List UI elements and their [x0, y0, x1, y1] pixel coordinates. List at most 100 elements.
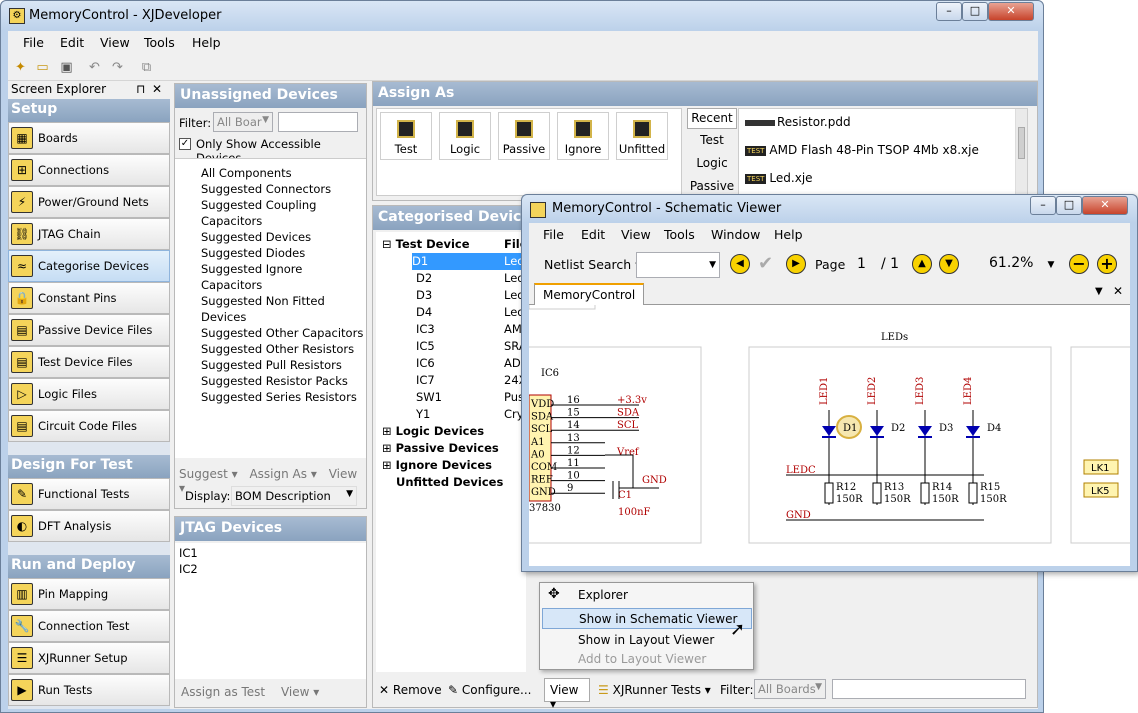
se-item-pin-mapping[interactable]: ▥ Pin Mapping: [8, 578, 170, 610]
window-layout-icon[interactable]: ⧉: [138, 59, 155, 76]
menu-view[interactable]: View: [100, 35, 130, 50]
bottom-filter-combo[interactable]: All Boards ▼: [754, 679, 826, 699]
assign-test-button[interactable]: Test: [380, 112, 432, 160]
section-design-for-test[interactable]: Design For Test: [8, 455, 170, 478]
menu-tools[interactable]: Tools: [144, 35, 175, 50]
menu-edit[interactable]: Edit: [60, 35, 84, 50]
list-item[interactable]: Suggested Devices: [201, 229, 366, 245]
list-item[interactable]: Suggested Ignore Capacitors: [201, 261, 366, 293]
assign-as-test-button[interactable]: Assign as Test: [181, 685, 265, 699]
assign-logic-button[interactable]: Logic: [439, 112, 491, 160]
page-number-input[interactable]: 1: [857, 256, 866, 272]
list-item[interactable]: IC1: [179, 545, 362, 561]
tab-close-icon[interactable]: ✕: [1113, 284, 1123, 298]
page-down-icon[interactable]: ▼: [939, 254, 959, 274]
next-arrow-icon[interactable]: ▶: [786, 254, 806, 274]
list-item[interactable]: Suggested Connectors: [201, 181, 366, 197]
save-icon[interactable]: ▣: [58, 59, 75, 76]
close-icon[interactable]: ✕: [152, 82, 162, 96]
new-icon[interactable]: ✦: [12, 59, 29, 76]
tab-recent[interactable]: Recent: [687, 108, 737, 129]
netlist-search-combo[interactable]: ▼: [636, 252, 720, 278]
list-item[interactable]: Suggested Other Capacitors: [201, 325, 366, 341]
list-item[interactable]: Suggested Diodes: [201, 245, 366, 261]
se-item-constant-pins[interactable]: 🔒 Constant Pins: [8, 282, 170, 314]
se-item-functional-tests[interactable]: ✎ Functional Tests: [8, 478, 170, 510]
sv-menu-window[interactable]: Window: [711, 227, 760, 242]
sv-menu-file[interactable]: File: [543, 227, 564, 242]
remove-button[interactable]: ✕ Remove: [379, 683, 442, 697]
sv-menu-tools[interactable]: Tools: [664, 227, 695, 242]
zoom-out-icon[interactable]: −: [1069, 254, 1089, 274]
table-row[interactable]: IC3 AMD: [416, 321, 531, 338]
sv-menu-edit[interactable]: Edit: [581, 227, 605, 242]
sv-minimize-button[interactable]: –: [1030, 196, 1056, 215]
display-combo[interactable]: BOM Description ▼: [231, 486, 357, 506]
tree-group-passive[interactable]: ⊞ Passive Devices: [382, 440, 499, 457]
sv-menu-view[interactable]: View: [621, 227, 651, 242]
bottom-view-button[interactable]: View ▾: [544, 678, 590, 711]
redo-icon[interactable]: ↷: [109, 59, 126, 76]
list-item[interactable]: Suggested Series Resistors: [201, 389, 366, 405]
tab-memorycontrol[interactable]: MemoryControl: [534, 283, 645, 305]
tree-group-unfitted[interactable]: Unfitted Devices: [396, 474, 503, 491]
sv-maximize-button[interactable]: □: [1056, 196, 1082, 215]
tab-logic[interactable]: Logic: [687, 152, 737, 175]
se-item-connection-test[interactable]: 🔧 Connection Test: [8, 610, 170, 642]
sv-menu-help[interactable]: Help: [774, 227, 803, 242]
menu-help[interactable]: Help: [192, 35, 221, 50]
se-item-dft-analysis[interactable]: ◐ DFT Analysis: [8, 510, 170, 542]
list-item[interactable]: Suggested Other Resistors: [201, 341, 366, 357]
table-row[interactable]: IC5 SRA: [416, 338, 527, 355]
list-item[interactable]: TEST Led.xje: [745, 171, 813, 185]
list-item[interactable]: Suggested Pull Resistors: [201, 357, 366, 373]
assign-passive-button[interactable]: Passive: [498, 112, 550, 160]
filter-combo[interactable]: All Boar ▼: [213, 112, 273, 132]
table-row[interactable]: D4 Led.x: [416, 304, 535, 321]
netlist-search-button[interactable]: Netlist Search ▾: [544, 257, 641, 272]
table-row[interactable]: D3 Led.x: [416, 287, 535, 304]
list-item[interactable]: All Components: [201, 165, 366, 181]
configure-button[interactable]: ✎ Configure...: [448, 683, 532, 697]
table-row[interactable]: D1 Led.x: [412, 253, 535, 270]
tab-test[interactable]: Test: [687, 129, 737, 152]
list-item[interactable]: Suggested Non Fitted Devices: [201, 293, 366, 325]
tree-group-test-device[interactable]: ⊟ Test Device: [382, 236, 470, 253]
suggest-button[interactable]: Suggest ▾: [179, 467, 238, 481]
list-item[interactable]: TEST AMD Flash 48-Pin TSOP 4Mb x8.xje: [745, 143, 979, 157]
tab-dropdown-icon[interactable]: ▼: [1095, 286, 1103, 297]
tree-group-logic[interactable]: ⊞ Logic Devices: [382, 423, 484, 440]
recent-scrollbar[interactable]: [1015, 109, 1027, 195]
previous-arrow-icon[interactable]: ◀: [730, 254, 750, 274]
minimize-button[interactable]: –: [936, 2, 962, 21]
menu-file[interactable]: File: [23, 35, 44, 50]
table-row[interactable]: Y1 Cryst: [416, 406, 534, 423]
maximize-button[interactable]: □: [962, 2, 988, 21]
se-item-categorise-devices[interactable]: ≈ Categorise Devices: [8, 250, 170, 282]
sv-close-button[interactable]: ✕: [1082, 196, 1128, 215]
list-item[interactable]: Resistor.pdd: [745, 115, 851, 129]
table-row[interactable]: IC7 24XX: [416, 372, 534, 389]
assign-as-button[interactable]: Assign As ▾: [249, 467, 316, 481]
assign-unfitted-button[interactable]: Unfitted: [616, 112, 668, 160]
list-item[interactable]: IC2: [179, 561, 362, 577]
se-item-passive-device-files[interactable]: ▤ Passive Device Files: [8, 314, 170, 346]
undo-icon[interactable]: ↶: [86, 59, 103, 76]
open-folder-icon[interactable]: ▭: [34, 59, 51, 76]
se-item-logic-files[interactable]: ▷ Logic Files: [8, 378, 170, 410]
se-item-run-tests[interactable]: ▶ Run Tests: [8, 674, 170, 706]
pin-icon[interactable]: ⊓: [136, 82, 145, 96]
accessible-checkbox[interactable]: ✓: [179, 138, 191, 150]
zoom-in-icon[interactable]: +: [1097, 254, 1117, 274]
schematic-canvas[interactable]: IC6 37830 VDD 16 +3.3vSDA 15 SDASCL 14 SCLA1 13…: [529, 305, 1130, 566]
se-item-circuit-code-files[interactable]: ▤ Circuit Code Files: [8, 410, 170, 442]
close-button[interactable]: ✕: [988, 2, 1034, 21]
table-row[interactable]: IC6 ADS: [416, 355, 528, 372]
jtag-view-button[interactable]: View ▾: [281, 685, 319, 699]
filter-text-input[interactable]: [278, 112, 358, 132]
page-up-icon[interactable]: ▲: [912, 254, 932, 274]
context-explorer[interactable]: Explorer: [542, 585, 752, 606]
section-run-and-deploy[interactable]: Run and Deploy: [8, 555, 170, 578]
xjrunner-tests-button[interactable]: ☰ XJRunner Tests ▾: [598, 683, 711, 697]
se-item-xjrunner-setup[interactable]: ☰ XJRunner Setup: [8, 642, 170, 674]
